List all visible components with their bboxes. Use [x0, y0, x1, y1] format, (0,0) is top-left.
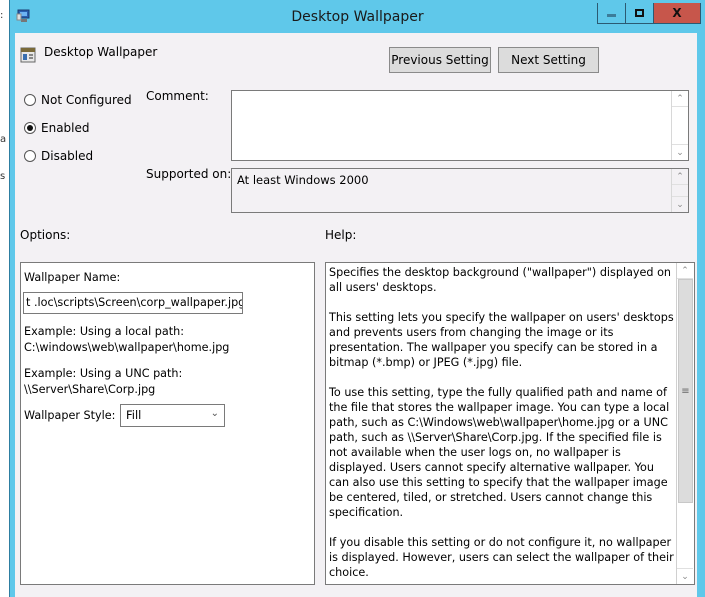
scroll-down-icon[interactable]: ⌄	[677, 568, 693, 584]
example-unc-label: Example: Using a UNC path:	[24, 367, 183, 380]
window-controls: X	[597, 3, 701, 24]
dialog-content: Desktop Wallpaper Previous Setting Next …	[15, 33, 697, 597]
close-button[interactable]: X	[654, 3, 700, 23]
chevron-down-icon: ⌄	[210, 408, 219, 419]
background-window-edge: : a s	[0, 0, 9, 597]
supported-scrollbar[interactable]: ⌃ ⌄	[671, 169, 688, 212]
comment-label: Comment:	[146, 89, 209, 103]
scroll-up-icon[interactable]: ⌃	[672, 169, 688, 185]
radio-button[interactable]	[24, 150, 36, 162]
radio-enabled[interactable]: Enabled	[24, 121, 90, 135]
policy-setting-icon	[20, 47, 36, 63]
help-paragraph: Specifies the desktop background ("wallp…	[329, 266, 672, 294]
title-bar[interactable]: Desktop Wallpaper X	[10, 0, 705, 33]
radio-label: Enabled	[41, 121, 90, 135]
radio-not-configured[interactable]: Not Configured	[24, 93, 132, 107]
close-icon: X	[672, 6, 682, 20]
options-label: Options:	[20, 228, 71, 242]
help-scrollbar[interactable]: ⌃ ≡ ⌄	[676, 263, 694, 584]
example-local-value: C:\windows\web\wallpaper\home.jpg	[24, 341, 230, 354]
comment-scrollbar[interactable]: ⌃ ⌄	[671, 91, 688, 160]
help-panel: Specifies the desktop background ("wallp…	[325, 262, 695, 585]
minimize-button[interactable]	[598, 3, 626, 23]
policy-name: Desktop Wallpaper	[44, 45, 158, 59]
scrollbar-thumb[interactable]: ≡	[678, 279, 693, 503]
radio-button[interactable]	[24, 122, 36, 134]
radio-disabled[interactable]: Disabled	[24, 149, 93, 163]
wallpaper-name-input[interactable]: t .loc\scripts\Screen\corp_wallpaper.jpg	[23, 292, 243, 314]
supported-on-value: At least Windows 2000	[237, 173, 369, 187]
next-setting-button[interactable]: Next Setting	[498, 47, 599, 73]
minimize-icon	[607, 14, 616, 17]
background-text: a	[0, 134, 7, 145]
maximize-button[interactable]	[626, 3, 654, 23]
scroll-down-icon[interactable]: ⌄	[672, 144, 688, 160]
options-panel: Wallpaper Name: t .loc\scripts\Screen\co…	[20, 262, 315, 585]
wallpaper-style-label: Wallpaper Style:	[24, 409, 116, 422]
comment-textarea[interactable]: ⌃ ⌄	[231, 90, 689, 161]
wallpaper-name-label: Wallpaper Name:	[24, 271, 121, 284]
previous-setting-button[interactable]: Previous Setting	[389, 47, 491, 73]
radio-label: Not Configured	[41, 93, 132, 107]
scroll-up-icon[interactable]: ⌃	[672, 91, 688, 107]
background-text: s	[0, 171, 6, 182]
supported-on-label: Supported on:	[146, 167, 232, 181]
maximize-icon	[635, 9, 644, 17]
radio-button[interactable]	[24, 94, 36, 106]
background-text: :	[0, 10, 4, 21]
help-text: Specifies the desktop background ("wallp…	[329, 265, 674, 595]
help-paragraph: To use this setting, type the fully qual…	[329, 386, 670, 519]
scroll-up-icon[interactable]: ⌃	[677, 263, 693, 279]
supported-on-field: At least Windows 2000 ⌃ ⌄	[231, 168, 689, 213]
help-paragraph: If you disable this setting or do not co…	[329, 536, 674, 579]
radio-label: Disabled	[41, 149, 94, 163]
scroll-down-icon[interactable]: ⌄	[672, 196, 688, 212]
wallpaper-style-value: Fill	[126, 408, 142, 422]
example-local-label: Example: Using a local path:	[24, 325, 184, 338]
help-paragraph: This setting lets you specify the wallpa…	[329, 311, 674, 369]
wallpaper-style-select[interactable]: Fill ⌄	[120, 404, 225, 427]
grip-icon: ≡	[681, 385, 690, 397]
policy-dialog-window: Desktop Wallpaper X Desktop Wallpaper Pr…	[9, 0, 705, 597]
example-unc-value: \\Server\Share\Corp.jpg	[24, 383, 156, 396]
help-label: Help:	[325, 228, 357, 242]
